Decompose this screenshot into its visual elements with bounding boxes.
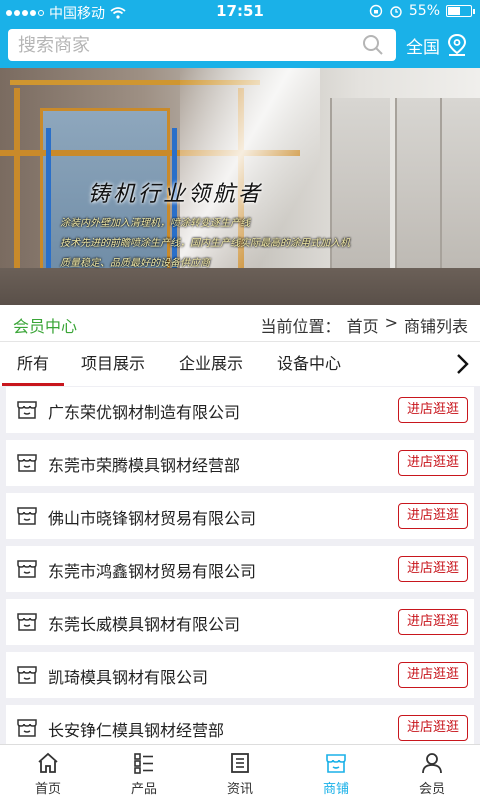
chevron-right-icon[interactable]: [452, 352, 472, 376]
tabbar-home-label: 首页: [34, 782, 61, 797]
breadcrumb-home[interactable]: 首页: [347, 313, 379, 337]
banner-tagline: 铸机行业领航者: [88, 182, 264, 207]
news-icon: [231, 753, 249, 773]
tabbar-news-label: 资讯: [226, 782, 253, 797]
shop-icon: [17, 401, 37, 419]
shop-list-item[interactable]: 东莞长威模具钢材有限公司 进店逛逛: [6, 599, 474, 645]
shop-name[interactable]: 广东荣优钢材制造有限公司: [48, 399, 240, 423]
banner-slogan: 质量稳定、品质最好的设备供应商: [60, 258, 210, 269]
shop-list-item[interactable]: 长安铮仁模具钢材经营部 进店逛逛: [6, 705, 474, 744]
shop-name[interactable]: 东莞市鸿鑫钢材贸易有限公司: [48, 558, 256, 582]
visit-shop-button[interactable]: 进店逛逛: [398, 450, 468, 476]
shop-name[interactable]: 长安铮仁模具钢材经营部: [48, 717, 224, 741]
visit-shop-button[interactable]: 进店逛逛: [398, 503, 468, 529]
battery-percent: 55%: [408, 3, 440, 19]
search-icon[interactable]: [362, 34, 384, 56]
breadcrumb: 当前位置： 首页 > 商铺列表: [261, 313, 468, 337]
visit-shop-button[interactable]: 进店逛逛: [398, 556, 468, 582]
shop-icon: [17, 666, 37, 684]
category-tabs: 所有 项目展示 企业展示 设备中心: [0, 342, 480, 386]
shop-icon: [17, 560, 37, 578]
breadcrumb-separator: >: [384, 313, 398, 332]
tabbar-member-label: 会员: [418, 782, 445, 797]
tab-all[interactable]: 所有: [2, 342, 64, 386]
shop-icon: [17, 454, 37, 472]
promo-banner[interactable]: 铸机行业领航者 涂装内外壁加入清理机，喷涂转变逐生产线 技术先进的前瞻喷涂生产线…: [0, 68, 480, 305]
banner-column: [14, 88, 20, 278]
visit-shop-button[interactable]: 进店逛逛: [398, 609, 468, 635]
tabbar-products-label: 产品: [130, 782, 157, 797]
tabbar-shops[interactable]: 商铺: [288, 745, 384, 800]
visit-shop-button[interactable]: 进店逛逛: [398, 662, 468, 688]
tab-projects[interactable]: 项目展示: [68, 342, 158, 386]
shop-list-item[interactable]: 广东荣优钢材制造有限公司 进店逛逛: [6, 387, 474, 433]
battery-fill: [448, 7, 460, 15]
rotation-lock-icon: [369, 4, 383, 18]
breadcrumb-prefix: 当前位置：: [260, 317, 341, 336]
shop-name[interactable]: 凯琦模具钢材有限公司: [48, 664, 208, 688]
shop-name[interactable]: 东莞市荣腾模具钢材经营部: [48, 452, 240, 476]
header: 全国: [0, 22, 480, 68]
tabbar-home[interactable]: 首页: [0, 745, 96, 800]
region-selector[interactable]: 全国: [406, 32, 468, 58]
location-pin-icon: [447, 33, 467, 56]
member-center-link[interactable]: 会员中心: [13, 313, 77, 337]
shop-icon: [17, 507, 37, 525]
status-bar: 中国移动 17:51 55%: [0, 0, 480, 22]
banner-slogan: 技术先进的前瞻喷涂生产线，国内生产线实际最高的涂用式加入机: [60, 238, 350, 249]
status-right: 55%: [369, 3, 475, 19]
region-label: 全国: [406, 37, 440, 58]
visit-shop-button[interactable]: 进店逛逛: [398, 397, 468, 423]
breadcrumb-current: 商铺列表: [403, 317, 468, 336]
user-icon: [422, 753, 442, 774]
shop-icon: [17, 613, 37, 631]
shop-icon: [326, 754, 346, 773]
bottom-tabbar: 首页 产品 资讯 商铺 会员: [0, 744, 480, 800]
tabbar-products[interactable]: 产品: [96, 745, 192, 800]
search-box[interactable]: [8, 29, 396, 61]
banner-rack: [440, 98, 480, 273]
breadcrumb-bar: 会员中心 当前位置： 首页 > 商铺列表: [0, 305, 480, 342]
shop-list-item[interactable]: 凯琦模具钢材有限公司 进店逛逛: [6, 652, 474, 698]
shop-list-item[interactable]: 东莞市鸿鑫钢材贸易有限公司 进店逛逛: [6, 546, 474, 592]
alarm-icon: [390, 6, 402, 18]
shop-name[interactable]: 东莞长威模具钢材有限公司: [48, 611, 240, 635]
tab-equipment[interactable]: 设备中心: [264, 342, 354, 386]
visit-shop-button[interactable]: 进店逛逛: [398, 715, 468, 741]
shop-icon: [17, 719, 37, 737]
banner-slogan: 涂装内外壁加入清理机，喷涂转变逐生产线: [60, 218, 250, 229]
product-list-icon: [134, 753, 153, 774]
tabbar-shops-label: 商铺: [322, 782, 349, 797]
shop-list: 广东荣优钢材制造有限公司 进店逛逛 东莞市荣腾模具钢材经营部 进店逛逛 佛山市晓锋钢材贸…: [0, 386, 480, 744]
tab-company[interactable]: 企业展示: [166, 342, 256, 386]
battery-icon: [446, 5, 475, 17]
banner-floor: [0, 268, 480, 305]
shop-list-item[interactable]: 佛山市晓锋钢材贸易有限公司 进店逛逛: [6, 493, 474, 539]
tabbar-member[interactable]: 会员: [384, 745, 480, 800]
tabbar-news[interactable]: 资讯: [192, 745, 288, 800]
banner-column: [46, 128, 51, 278]
search-input[interactable]: [18, 29, 358, 61]
home-icon: [38, 752, 58, 773]
shop-list-item[interactable]: 东莞市荣腾模具钢材经营部 进店逛逛: [6, 440, 474, 486]
shop-name[interactable]: 佛山市晓锋钢材贸易有限公司: [48, 505, 256, 529]
